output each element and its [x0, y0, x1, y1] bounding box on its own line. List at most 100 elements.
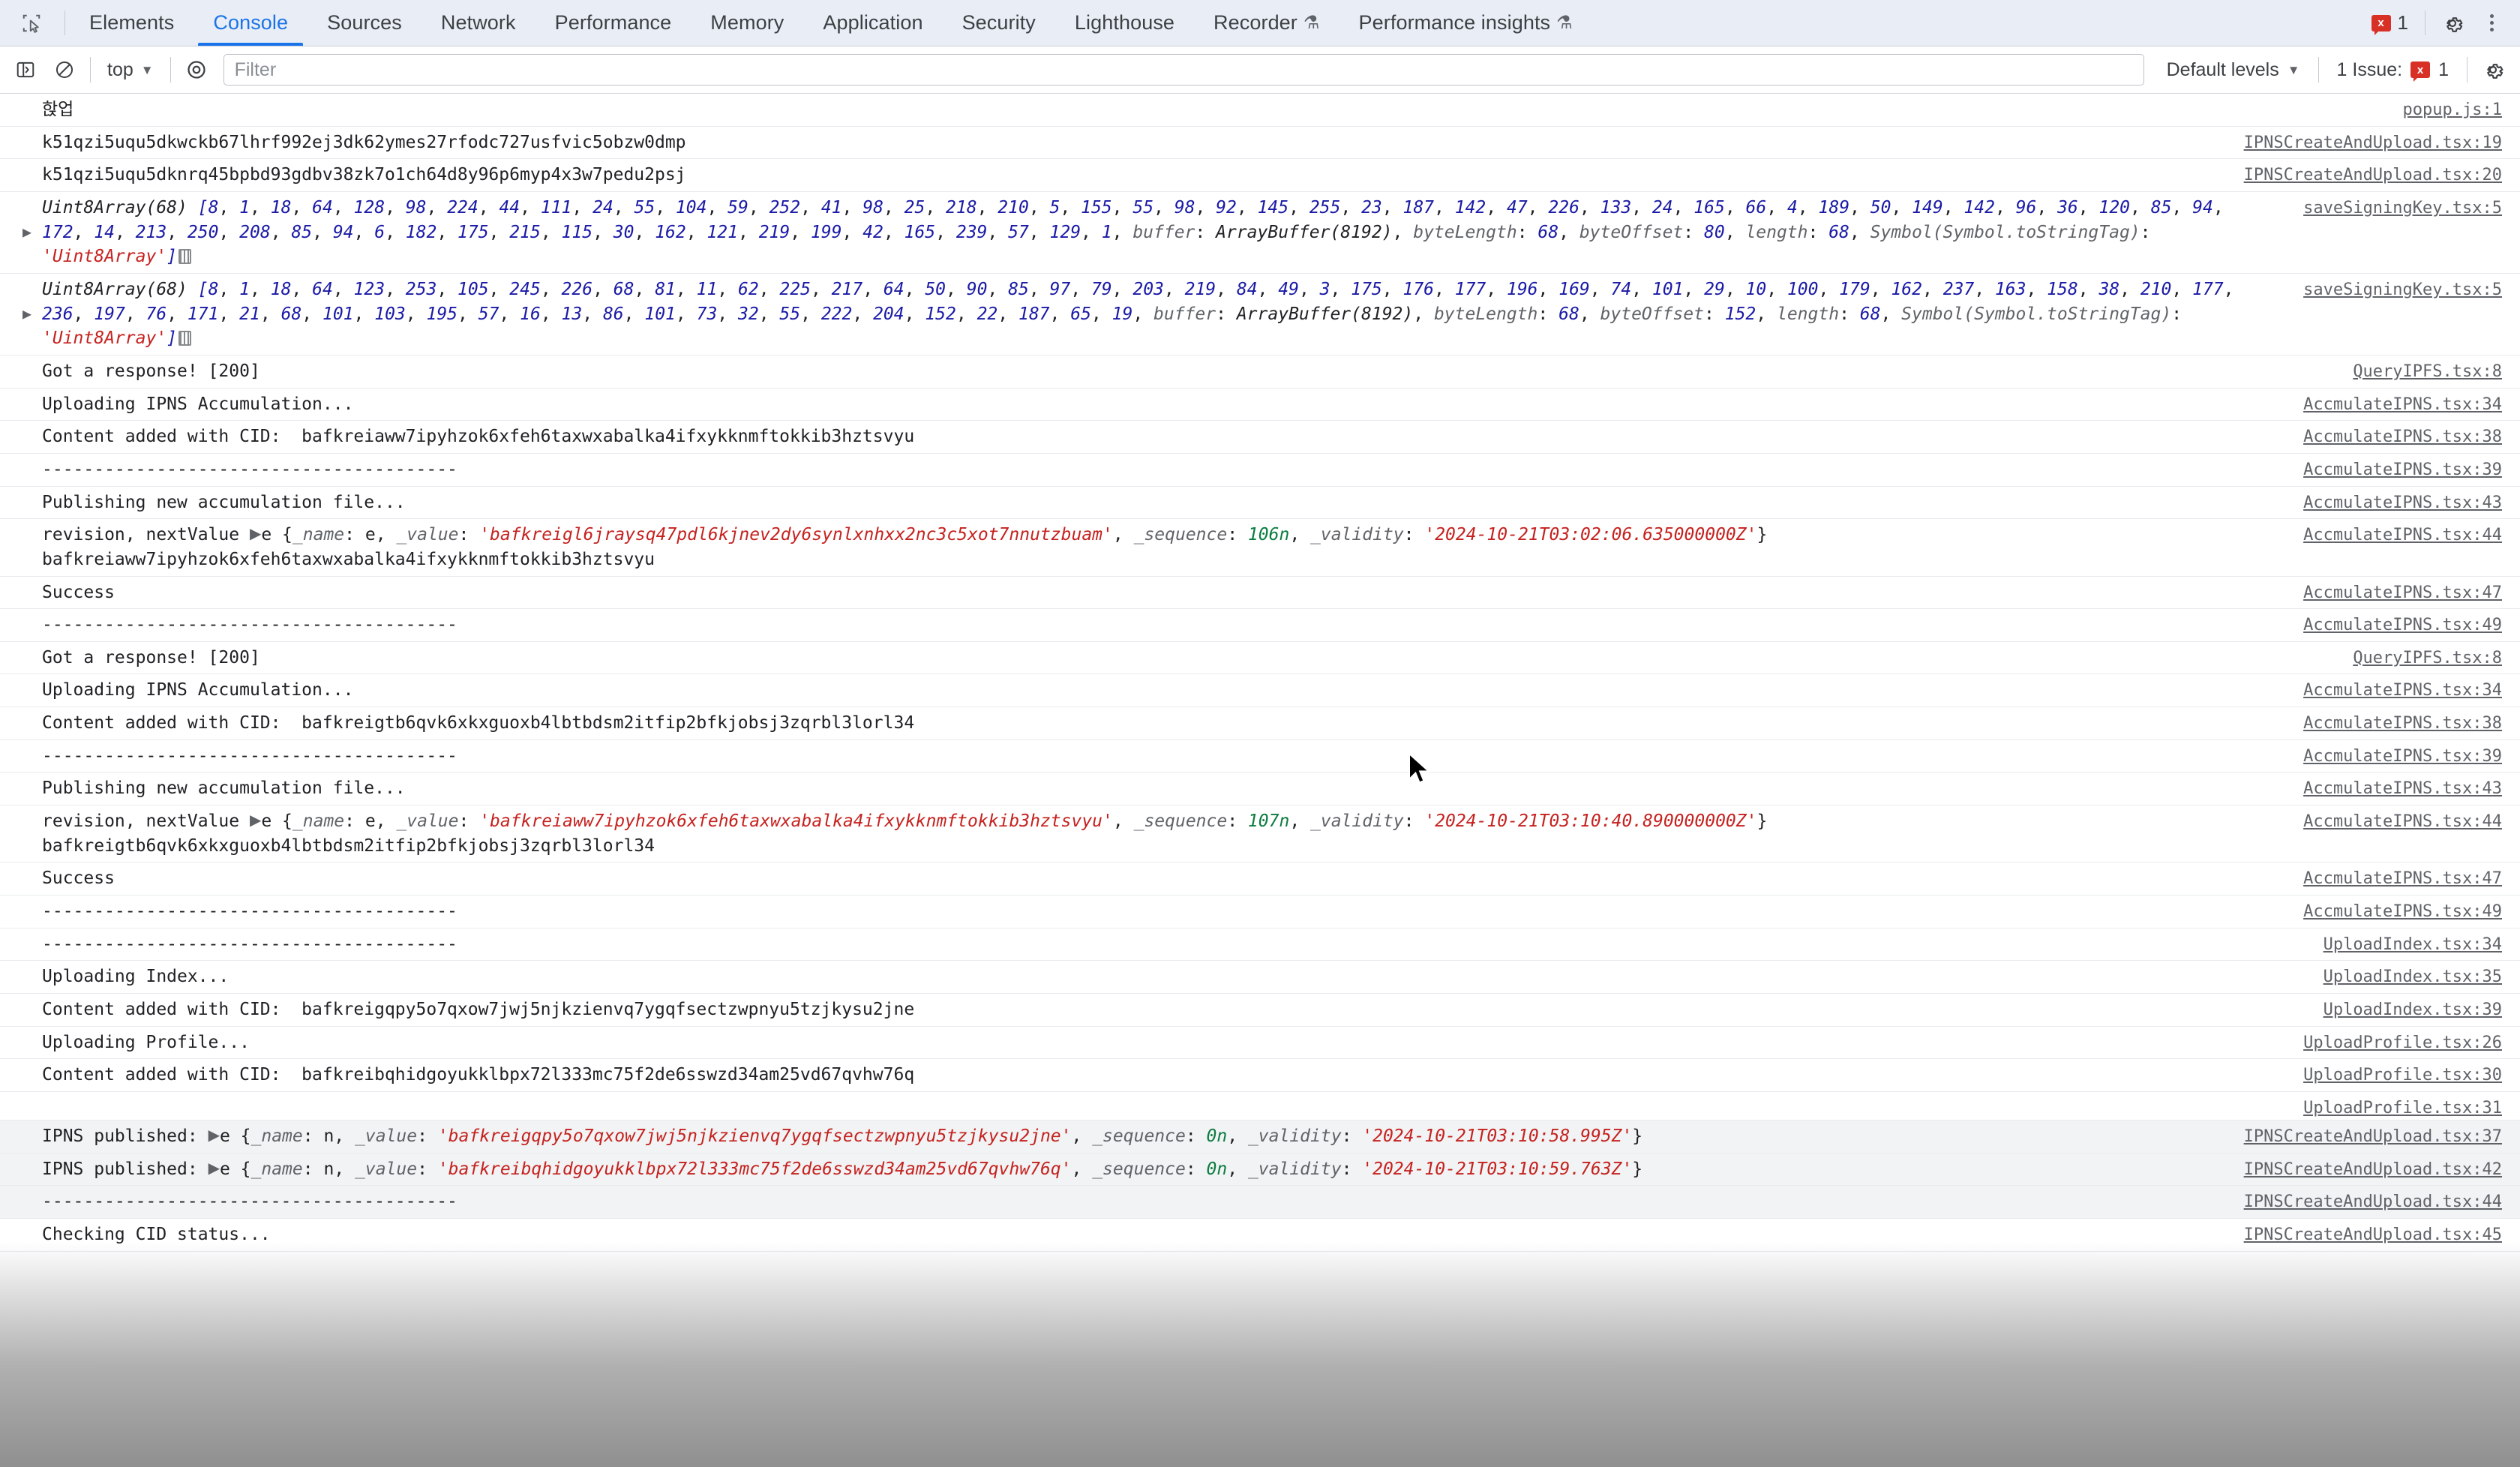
- source-link[interactable]: popup.js:1: [2403, 98, 2502, 122]
- object-preview-message[interactable]: revision, nextValue ▶e {_name: e, _value…: [0, 809, 2520, 858]
- console-message[interactable]: Success AccmulateIPNS.tsx:47: [0, 862, 2520, 896]
- object-preview-message[interactable]: IPNS published: ▶e {_name: n, _value: 'b…: [0, 1157, 2520, 1182]
- tab-application[interactable]: Application: [803, 0, 942, 46]
- console-message-list[interactable]: 핝업 popup.js:1 k51qzi5uqu5dkwckb67lhrf992ej…: [0, 94, 2520, 1467]
- console-message[interactable]: ----------------------------------------…: [0, 1186, 2520, 1219]
- tab-elements[interactable]: Elements: [70, 0, 194, 46]
- source-link[interactable]: AccmulateIPNS.tsx:44: [2303, 810, 2502, 833]
- copy-array-icon[interactable]: [178, 249, 192, 265]
- console-message[interactable]: ----------------------------------------…: [0, 896, 2520, 928]
- console-message[interactable]: Content added with CID: bafkreigqpy5o7qx…: [0, 994, 2520, 1027]
- inspect-element-icon[interactable]: [14, 5, 50, 41]
- console-message[interactable]: Uploading IPNS Accumulation... AccmulateI…: [0, 674, 2520, 708]
- copy-array-icon[interactable]: [178, 331, 192, 346]
- tab-sources[interactable]: Sources: [308, 0, 422, 46]
- filter-input[interactable]: [223, 54, 2144, 86]
- source-link[interactable]: IPNSCreateAndUpload.tsx:20: [2244, 164, 2502, 187]
- tab-performance-insights[interactable]: Performance insights ⚗: [1340, 0, 1592, 46]
- console-message[interactable]: ----------------------------------------…: [0, 740, 2520, 773]
- source-link[interactable]: saveSigningKey.tsx:5: [2303, 196, 2502, 220]
- object-preview-message[interactable]: revision, nextValue ▶e {_name: e, _value…: [0, 523, 2520, 572]
- console-message[interactable]: IPNS published: ▶e {_name: n, _value: 'b…: [0, 1120, 2520, 1154]
- execution-context-selector[interactable]: top ▼: [98, 53, 163, 86]
- sidebar-toggle-icon[interactable]: [8, 52, 44, 88]
- expand-triangle-icon[interactable]: ▶: [208, 1124, 220, 1145]
- console-message[interactable]: IPNS published: ▶e {_name: n, _value: 'b…: [0, 1153, 2520, 1186]
- console-message[interactable]: revision, nextValue ▶e {_name: e, _value…: [0, 519, 2520, 577]
- source-link[interactable]: AccmulateIPNS.tsx:34: [2303, 393, 2502, 416]
- expand-triangle-icon[interactable]: ▶: [208, 1157, 220, 1178]
- console-message[interactable]: Content added with CID: bafkreiaww7ipyhz…: [0, 421, 2520, 454]
- source-link[interactable]: AccmulateIPNS.tsx:43: [2303, 777, 2502, 800]
- source-link[interactable]: UploadProfile.tsx:26: [2303, 1031, 2502, 1054]
- console-message[interactable]: ▶ Uint8Array(68) [8, 1, 18, 64, 123, 253,…: [0, 274, 2520, 356]
- gear-icon[interactable]: [2475, 52, 2511, 88]
- console-message[interactable]: Content added with CID: bafkreigtb6qvk6x…: [0, 707, 2520, 740]
- console-message[interactable]: Uploading Profile... UploadProfile.tsx:26: [0, 1027, 2520, 1060]
- console-message[interactable]: Uploading IPNS Accumulation... AccmulateI…: [0, 388, 2520, 422]
- tab-performance[interactable]: Performance: [536, 0, 692, 46]
- source-link[interactable]: AccmulateIPNS.tsx:49: [2303, 900, 2502, 923]
- console-message[interactable]: k51qzi5uqu5dknrq45bpbd93gdbv38zk7o1ch64d…: [0, 159, 2520, 192]
- issues-badge[interactable]: 1 Issue: x 1: [2326, 59, 2459, 82]
- source-link[interactable]: UploadIndex.tsx:35: [2324, 965, 2502, 988]
- console-message[interactable]: Publishing new accumulation file... Accmu…: [0, 772, 2520, 806]
- source-link[interactable]: AccmulateIPNS.tsx:47: [2303, 581, 2502, 604]
- source-link[interactable]: AccmulateIPNS.tsx:34: [2303, 679, 2502, 702]
- live-expression-icon[interactable]: [178, 52, 214, 88]
- expand-triangle-icon[interactable]: ▶: [250, 523, 261, 544]
- clear-console-icon[interactable]: [46, 52, 82, 88]
- expand-triangle-icon[interactable]: ▶: [22, 221, 32, 242]
- source-link[interactable]: AccmulateIPNS.tsx:43: [2303, 491, 2502, 514]
- console-message[interactable]: Got a response! [200] QueryIPFS.tsx:8: [0, 356, 2520, 388]
- expand-triangle-icon[interactable]: ▶: [22, 303, 32, 324]
- console-message[interactable]: ----------------------------------------…: [0, 454, 2520, 487]
- source-link[interactable]: AccmulateIPNS.tsx:38: [2303, 712, 2502, 735]
- tab-lighthouse[interactable]: Lighthouse: [1055, 0, 1194, 46]
- console-message[interactable]: Content added with CID: bafkreibqhidgoyu…: [0, 1059, 2520, 1092]
- log-levels-selector[interactable]: Default levels ▼: [2156, 53, 2311, 86]
- source-link[interactable]: AccmulateIPNS.tsx:49: [2303, 614, 2502, 637]
- source-link[interactable]: AccmulateIPNS.tsx:47: [2303, 867, 2502, 890]
- source-link[interactable]: IPNSCreateAndUpload.tsx:45: [2244, 1223, 2502, 1246]
- source-link[interactable]: UploadIndex.tsx:39: [2324, 998, 2502, 1022]
- source-link[interactable]: AccmulateIPNS.tsx:44: [2303, 524, 2502, 547]
- source-link[interactable]: AccmulateIPNS.tsx:39: [2303, 458, 2502, 482]
- source-link[interactable]: AccmulateIPNS.tsx:39: [2303, 745, 2502, 768]
- tab-security[interactable]: Security: [943, 0, 1055, 46]
- source-link[interactable]: IPNSCreateAndUpload.tsx:19: [2244, 131, 2502, 154]
- console-message[interactable]: Uploading Index... UploadIndex.tsx:35: [0, 961, 2520, 994]
- source-link[interactable]: AccmulateIPNS.tsx:38: [2303, 425, 2502, 448]
- source-link[interactable]: UploadProfile.tsx:30: [2303, 1064, 2502, 1087]
- tab-console[interactable]: Console: [194, 0, 308, 46]
- console-message[interactable]: ▶ Uint8Array(68) [8, 1, 18, 64, 128, 98, …: [0, 192, 2520, 274]
- typed-array-preview[interactable]: ▶ Uint8Array(68) [8, 1, 18, 64, 123, 253,…: [0, 278, 2520, 351]
- source-link[interactable]: IPNSCreateAndUpload.tsx:44: [2244, 1190, 2502, 1214]
- console-message[interactable]: Publishing new accumulation file... Accmu…: [0, 487, 2520, 520]
- source-link[interactable]: QueryIPFS.tsx:8: [2353, 646, 2502, 670]
- tab-recorder[interactable]: Recorder ⚗: [1194, 0, 1339, 46]
- source-link[interactable]: IPNSCreateAndUpload.tsx:37: [2244, 1125, 2502, 1148]
- source-link[interactable]: UploadProfile.tsx:31: [2303, 1096, 2502, 1120]
- console-message[interactable]: 핝업 popup.js:1: [0, 94, 2520, 127]
- console-message[interactable]: revision, nextValue ▶e {_name: e, _value…: [0, 806, 2520, 863]
- error-badge[interactable]: x 1: [2364, 11, 2416, 35]
- gear-icon[interactable]: [2434, 5, 2470, 41]
- tab-memory[interactable]: Memory: [691, 0, 803, 46]
- source-link[interactable]: IPNSCreateAndUpload.tsx:42: [2244, 1158, 2502, 1181]
- console-message[interactable]: ----------------------------------------…: [0, 928, 2520, 962]
- source-link[interactable]: saveSigningKey.tsx:5: [2303, 278, 2502, 302]
- tab-network[interactable]: Network: [422, 0, 536, 46]
- expand-triangle-icon[interactable]: ▶: [250, 809, 261, 830]
- source-link[interactable]: UploadIndex.tsx:34: [2324, 933, 2502, 956]
- typed-array-preview[interactable]: ▶ Uint8Array(68) [8, 1, 18, 64, 128, 98, …: [0, 196, 2520, 269]
- kebab-menu-icon[interactable]: [2475, 7, 2508, 40]
- console-message[interactable]: k51qzi5uqu5dkwckb67lhrf992ej3dk62ymes27r…: [0, 127, 2520, 160]
- source-link[interactable]: QueryIPFS.tsx:8: [2353, 360, 2502, 383]
- console-message[interactable]: Got a response! [200] QueryIPFS.tsx:8: [0, 642, 2520, 675]
- console-message[interactable]: ----------------------------------------…: [0, 609, 2520, 642]
- console-message[interactable]: Checking CID status... IPNSCreateAndUploa…: [0, 1219, 2520, 1252]
- object-preview-message[interactable]: IPNS published: ▶e {_name: n, _value: 'b…: [0, 1124, 2520, 1149]
- console-message[interactable]: UploadProfile.tsx:31: [0, 1092, 2520, 1120]
- console-message[interactable]: Success AccmulateIPNS.tsx:47: [0, 577, 2520, 610]
